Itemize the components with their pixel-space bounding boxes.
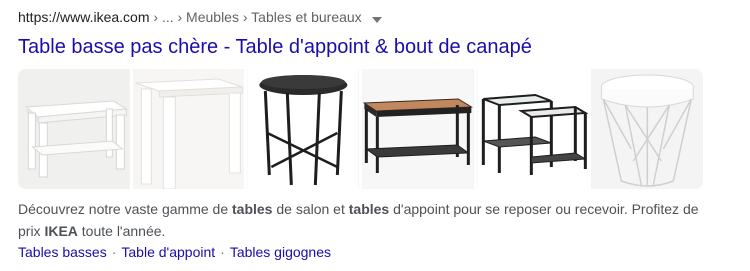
image-strip	[18, 69, 704, 189]
snippet-highlight: IKEA	[44, 223, 78, 239]
breadcrumb-path: › ... › Meubles › Tables et bureaux	[149, 9, 362, 25]
sitelink-table-appoint[interactable]: Table d'appoint	[121, 244, 215, 260]
thumbnail-white-wire-table[interactable]	[591, 69, 704, 189]
sitelink-separator: ·	[111, 244, 117, 260]
snippet-text: toute l'année.	[77, 223, 166, 239]
thumbnail-white-side-table[interactable]	[132, 69, 245, 189]
snippet-highlight: tables	[232, 201, 273, 217]
result-title-link[interactable]: Table basse pas chère - Table d'appoint …	[18, 36, 532, 59]
white-side-table-icon	[133, 69, 245, 189]
black-tray-table-icon	[247, 69, 359, 189]
wood-top-coffee-table-icon	[362, 69, 474, 189]
thumbnail-glass-nesting-tables[interactable]	[476, 69, 589, 189]
white-wire-storage-table-icon	[591, 69, 703, 189]
sitelink-separator: ·	[220, 244, 225, 260]
caret-down-icon[interactable]	[371, 10, 382, 26]
sitelinks: Tables basses · Table d'appoint · Tables gig…	[18, 244, 331, 260]
sitelink-tables-basses[interactable]: Tables basses	[18, 244, 107, 260]
snippet-highlight: tables	[348, 201, 390, 217]
thumbnail-white-coffee-table[interactable]	[18, 69, 130, 189]
glass-nesting-tables-icon	[477, 69, 589, 189]
result-snippet: Découvrez notre vaste gamme de tables de…	[18, 198, 718, 242]
breadcrumb-domain: https://www.ikea.com	[18, 9, 150, 25]
snippet-text: Découvrez notre vaste gamme de	[18, 201, 232, 217]
thumbnail-wood-coffee-table[interactable]	[362, 69, 474, 189]
white-coffee-table-icon	[18, 69, 130, 189]
snippet-text: de salon et	[272, 201, 349, 217]
sitelink-tables-gigognes[interactable]: Tables gigognes	[230, 244, 331, 260]
thumbnail-black-tray-table[interactable]	[247, 69, 360, 189]
breadcrumb[interactable]: https://www.ikea.com › ... › Meubles › T…	[18, 9, 382, 26]
